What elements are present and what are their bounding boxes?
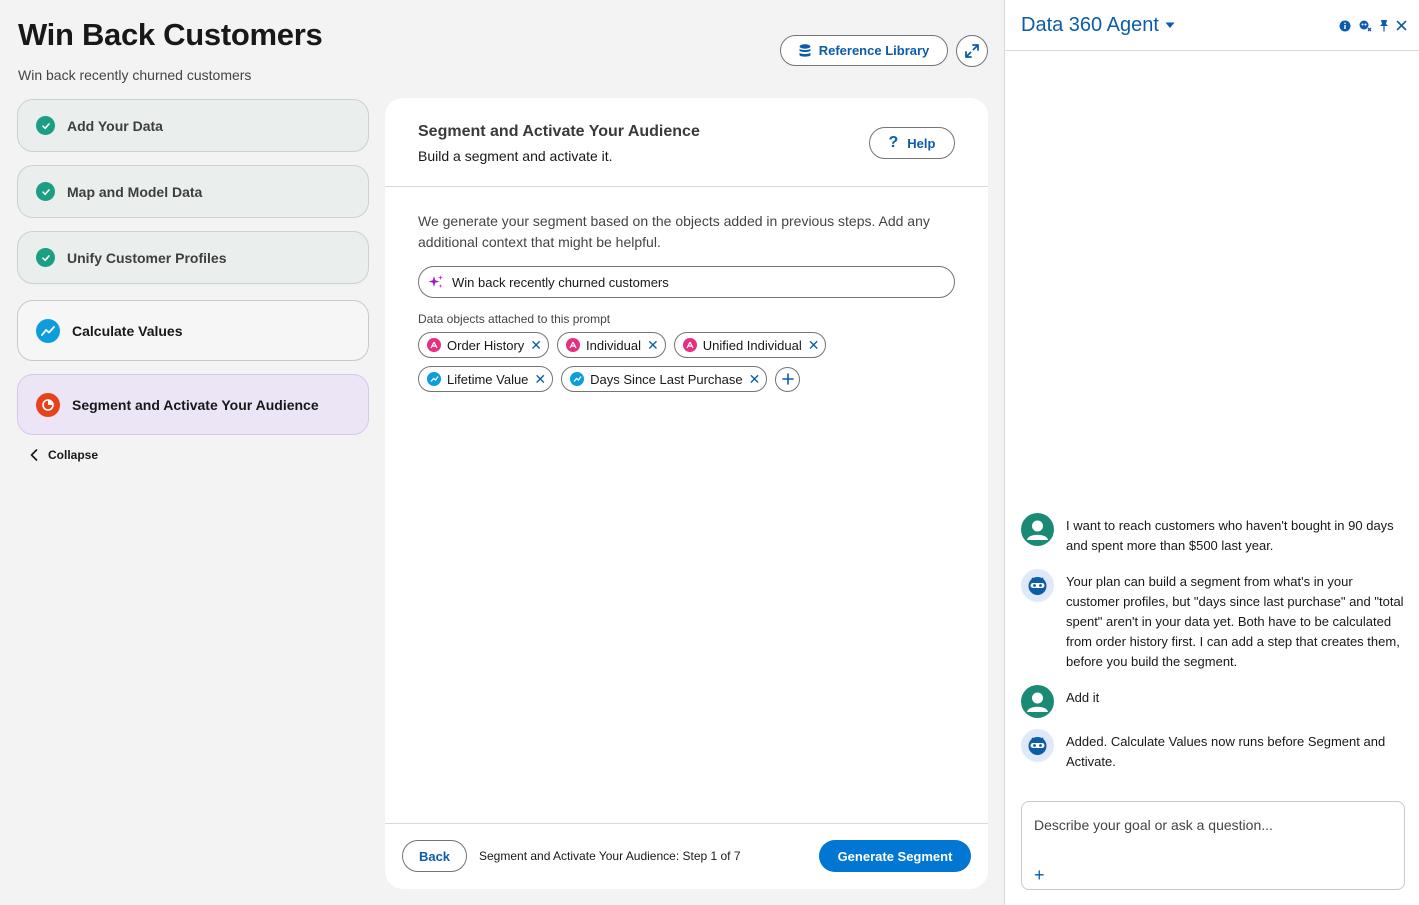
data-object-icon (427, 338, 441, 352)
divider (385, 823, 988, 824)
prompt-value: Win back recently churned customers (452, 274, 669, 290)
step-label: Map and Model Data (67, 183, 203, 200)
message-text: Your plan can build a segment from what'… (1066, 574, 1404, 669)
calculated-insight-icon (427, 372, 441, 386)
step-label: Segment and Activate Your Audience (72, 396, 319, 413)
object-pill-days-since-last-purchase: Days Since Last Purchase ✕ (561, 366, 768, 392)
agent-avatar-icon (1021, 729, 1054, 762)
object-pill-order-history: Order History ✕ (418, 332, 550, 358)
prompt-input[interactable]: Win back recently churned customers (418, 266, 955, 298)
agent-header: Data 360 Agent (1005, 0, 1419, 51)
app-root: Win Back Customers Win back recently chu… (0, 0, 1419, 905)
collapse-button[interactable]: Collapse (30, 448, 98, 462)
step-unify-customer-profiles[interactable]: Unify Customer Profiles (17, 231, 369, 284)
close-icon[interactable] (1396, 20, 1407, 31)
objects-row: Lifetime Value ✕ Days Since Last Purchas… (418, 366, 801, 392)
calculated-insight-icon (570, 372, 585, 386)
chat-message-user: I want to reach customers who haven't bo… (1021, 513, 1406, 556)
data-object-icon (682, 338, 697, 352)
info-icon[interactable] (1339, 20, 1351, 32)
card-title: Segment and Activate Your Audience (418, 123, 700, 140)
divider (385, 186, 988, 187)
step-label: Add Your Data (67, 117, 163, 134)
generate-segment-button[interactable]: Generate Segment (819, 840, 971, 872)
question-icon: ? (888, 134, 899, 151)
remove-icon[interactable]: ✕ (808, 338, 820, 352)
object-pill-individual: Individual ✕ (557, 332, 666, 358)
caret-down-icon (1165, 22, 1175, 29)
check-icon (36, 248, 55, 267)
agent-title: Data 360 Agent (1021, 14, 1159, 36)
remove-icon[interactable]: ✕ (530, 338, 542, 352)
message-text: I want to reach customers who haven't bo… (1066, 518, 1394, 553)
step-add-your-data[interactable]: Add Your Data (17, 99, 369, 152)
step-calculate-values[interactable]: Calculate Values (17, 300, 369, 361)
message-text: Add it (1066, 690, 1100, 705)
collapse-label: Collapse (48, 448, 99, 462)
chat-message-agent: Your plan can build a segment from what'… (1021, 569, 1406, 672)
step-status: Segment and Activate Your Audience: Step… (479, 849, 741, 863)
add-object-button[interactable] (775, 366, 801, 392)
help-button[interactable]: ? Help (869, 127, 955, 159)
pill-label: Order History (447, 337, 525, 353)
attach-plus-icon[interactable]: + (1034, 865, 1045, 886)
pill-label: Unified Individual (702, 337, 802, 353)
agent-settings-icon[interactable] (1358, 20, 1372, 32)
sparkle-icon (428, 274, 444, 290)
pill-label: Days Since Last Purchase (590, 371, 743, 387)
user-avatar-icon (1021, 513, 1054, 546)
back-button[interactable]: Back (402, 840, 467, 872)
chevron-left-icon (30, 449, 38, 461)
reference-library-button[interactable]: Reference Library (780, 35, 948, 66)
calculated-insight-icon (36, 318, 60, 343)
check-icon (36, 116, 55, 135)
step-segment-and-activate[interactable]: Segment and Activate Your Audience (17, 374, 369, 435)
step-label: Unify Customer Profiles (67, 249, 227, 266)
agent-title-dropdown[interactable]: Data 360 Agent (1021, 14, 1175, 37)
segment-icon (36, 392, 60, 417)
help-label: Help (907, 135, 936, 151)
expand-button[interactable] (956, 35, 988, 67)
agent-panel: Data 360 Agent I want to reach customers… (1004, 0, 1419, 905)
objects-label: Data objects attached to this prompt (418, 312, 611, 326)
pill-label: Lifetime Value (447, 371, 529, 387)
chat-placeholder: Describe your goal or ask a question... (1034, 817, 1273, 833)
objects-row: Order History ✕ Individual ✕ Unified Ind… (418, 332, 827, 358)
page-title: Win Back Customers (18, 17, 323, 52)
agent-avatar-icon (1021, 569, 1054, 602)
page-subtitle: Win back recently churned customers (18, 67, 252, 83)
card-subtitle: Build a segment and activate it. (418, 148, 613, 164)
chat-message-agent: Added. Calculate Values now runs before … (1021, 729, 1406, 772)
pin-icon[interactable] (1379, 19, 1389, 32)
remove-icon[interactable]: ✕ (534, 372, 546, 386)
user-avatar-icon (1021, 685, 1054, 718)
message-text: Added. Calculate Values now runs before … (1066, 734, 1386, 769)
step-map-and-model-data[interactable]: Map and Model Data (17, 165, 369, 218)
pill-label: Individual (586, 337, 641, 353)
chat-message-user: Add it (1021, 685, 1406, 718)
check-icon (36, 182, 55, 201)
reference-library-label: Reference Library (818, 43, 930, 58)
remove-icon[interactable]: ✕ (647, 338, 659, 352)
object-pill-lifetime-value: Lifetime Value ✕ (418, 366, 554, 392)
plus-icon (782, 373, 794, 385)
data-object-icon (566, 338, 581, 352)
card-description: We generate your segment based on the ob… (418, 213, 930, 250)
remove-icon[interactable]: ✕ (749, 372, 761, 386)
segment-card: Segment and Activate Your Audience Build… (385, 98, 988, 889)
database-icon (799, 43, 811, 58)
step-label: Calculate Values (72, 322, 183, 339)
object-pill-unified-individual: Unified Individual ✕ (673, 332, 827, 358)
agent-toolbar (1339, 19, 1407, 32)
expand-icon (965, 44, 979, 58)
chat-input[interactable]: Describe your goal or ask a question... … (1021, 801, 1405, 890)
